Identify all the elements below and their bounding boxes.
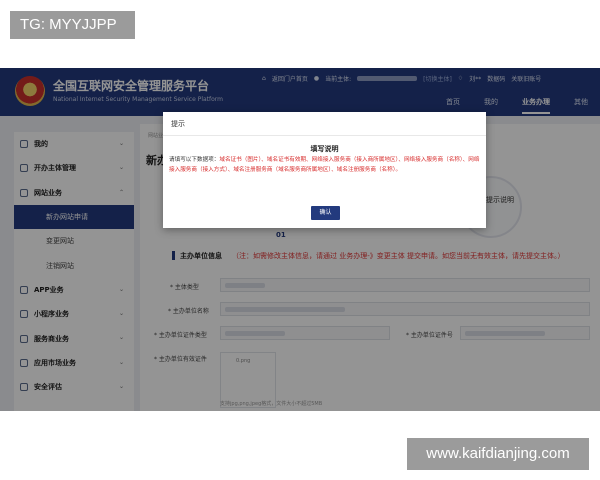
dialog-lead-text: 请填写以下数据项： — [169, 157, 220, 163]
dialog-body: 请填写以下数据项：域名证书（图片）、域名证书有效期、网络接入服务商（接入商所属地… — [169, 156, 481, 175]
dialog-title: 填写说明 — [310, 145, 339, 153]
confirm-button[interactable]: 确认 — [311, 206, 340, 220]
watermark-tag-bottom: www.kaifdianjing.com — [407, 438, 589, 470]
instruction-dialog: 提示 填写说明 请填写以下数据项：域名证书（图片）、域名证书有效期、网络接入服务… — [163, 112, 486, 228]
app-screenshot: 全国互联网安全管理服务平台 National Internet Security… — [0, 68, 600, 411]
dialog-header: 提示 — [163, 112, 486, 136]
watermark-tag-top: TG: MYYJJPP — [10, 11, 135, 39]
